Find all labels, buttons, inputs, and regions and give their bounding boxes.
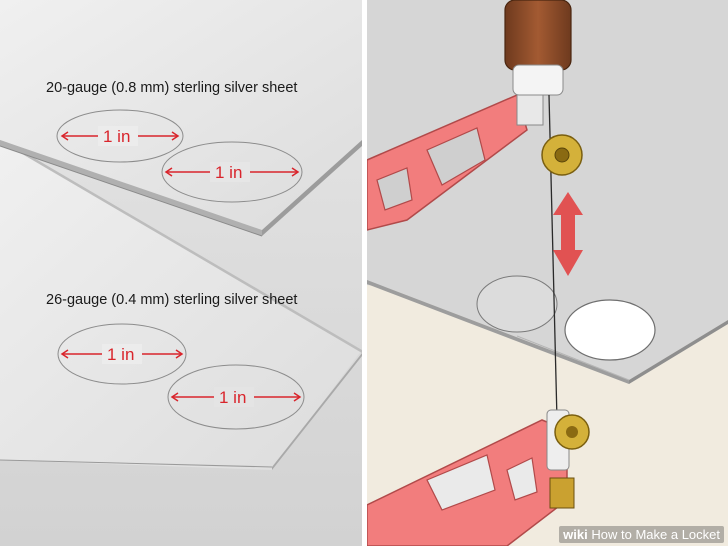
watermark-brand: wiki — [563, 527, 588, 542]
top-circle-1-label: 1 in — [103, 127, 130, 146]
left-panel: 20-gauge (0.8 mm) sterling silver sheet … — [0, 0, 362, 546]
bottom-sheet-label: 26-gauge (0.4 mm) sterling silver sheet — [46, 292, 297, 308]
top-thumbscrew — [541, 134, 583, 176]
top-circle-2-label: 1 in — [215, 163, 242, 182]
bottom-circle-1-label: 1 in — [107, 345, 134, 364]
saw-handle — [504, 0, 572, 96]
sheets-drawing: 20-gauge (0.8 mm) sterling silver sheet … — [0, 0, 362, 546]
illustration: 20-gauge (0.8 mm) sterling silver sheet … — [0, 0, 728, 546]
right-panel: wiki How to Make a Locket — [367, 0, 728, 546]
saw-drawing — [367, 0, 728, 546]
top-sheet-label: 20-gauge (0.8 mm) sterling silver sheet — [46, 80, 297, 96]
watermark-title: How to Make a Locket — [591, 527, 720, 542]
watermark: wiki How to Make a Locket — [559, 526, 724, 543]
bottom-circle-2-label: 1 in — [219, 388, 246, 407]
